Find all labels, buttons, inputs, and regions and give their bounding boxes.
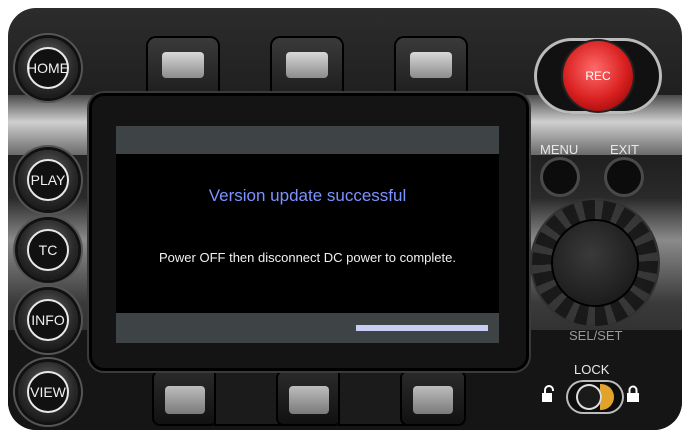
key-face [286,52,328,78]
exit-button[interactable] [607,160,641,194]
menu-button[interactable] [543,160,577,194]
home-button-label: HOME [27,47,69,89]
update-progress-bar [356,325,488,331]
play-button-label: PLAY [27,159,69,201]
sel-set-label: SEL/SET [569,328,623,343]
top-function-key-3[interactable] [396,38,466,98]
key-face [162,52,204,78]
info-button[interactable]: INFO [18,290,78,350]
key-face [289,386,329,414]
key-face [165,386,205,414]
top-function-key-1[interactable] [148,38,218,98]
play-button[interactable]: PLAY [18,150,78,210]
tc-button-label: TC [27,229,69,271]
sel-set-dial[interactable] [553,221,637,305]
lock-switch-knob[interactable] [576,384,602,410]
bottom-function-key-3[interactable] [402,372,464,424]
lock-icon [626,385,640,407]
bottom-function-key-2[interactable] [278,372,340,424]
menu-label: MENU [540,142,579,157]
update-status-title: Version update successful [208,186,407,205]
key-face [413,386,453,414]
view-button-label: VIEW [27,371,69,413]
exit-label: EXIT [610,142,639,157]
key-face [410,52,452,78]
tc-button[interactable]: TC [18,220,78,280]
lock-label: LOCK [574,362,610,377]
update-instruction-message: Power OFF then disconnect DC power to co… [159,250,456,265]
home-button[interactable]: HOME [18,38,78,98]
screen-top-bar [116,126,499,154]
bottom-function-key-1[interactable] [154,372,216,424]
view-button[interactable]: VIEW [18,362,78,422]
bottom-key-spacer [216,372,280,424]
bottom-key-spacer [340,372,404,424]
rec-button[interactable]: REC [563,41,633,111]
info-button-label: INFO [27,299,69,341]
top-function-key-2[interactable] [272,38,342,98]
lcd-screen: Version update successful Power OFF then… [116,126,499,343]
unlock-icon [541,385,557,407]
rec-button-label: REC [585,69,611,83]
